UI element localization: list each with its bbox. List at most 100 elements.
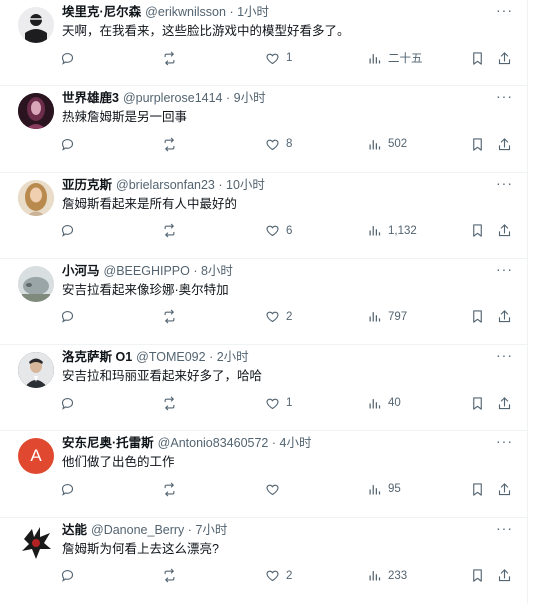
views-button[interactable]: 502 bbox=[367, 134, 407, 154]
heart-icon bbox=[266, 311, 279, 323]
display-name[interactable]: 安东尼奥·托雷斯 bbox=[62, 436, 154, 450]
reply-button[interactable] bbox=[60, 48, 81, 68]
tweet-time[interactable]: 7小时 bbox=[195, 523, 227, 537]
reply-button[interactable] bbox=[60, 566, 81, 586]
more-options-icon[interactable]: ··· bbox=[496, 432, 513, 450]
tweet-time[interactable]: 10小时 bbox=[226, 178, 265, 192]
like-button[interactable]: 2 bbox=[265, 566, 292, 586]
tweet-time[interactable]: 8小时 bbox=[201, 264, 233, 278]
views-chart-icon bbox=[369, 312, 381, 322]
tweet[interactable]: A 安东尼奥·托雷斯 @Antonio83460572 · 4小时 ··· 他们做… bbox=[0, 431, 527, 518]
display-name[interactable]: 世界雄鹿3 bbox=[62, 91, 119, 105]
bookmark-button[interactable] bbox=[470, 566, 485, 586]
views-button[interactable]: 40 bbox=[367, 393, 401, 413]
avatar[interactable] bbox=[18, 352, 54, 389]
tweet[interactable]: 洛克萨斯 O1 @TOME092 · 2小时 ··· 安吉拉和玛丽亚看起来好多了，… bbox=[0, 345, 527, 432]
tweet[interactable]: 达能 @Danone_Berry · 7小时 ··· 詹姆斯为何看上去这么漂亮? … bbox=[0, 518, 527, 604]
views-button[interactable]: 797 bbox=[367, 307, 407, 327]
retweet-button[interactable] bbox=[162, 221, 183, 241]
share-button[interactable] bbox=[497, 479, 512, 499]
user-handle[interactable]: @purplerose1414 bbox=[123, 91, 223, 105]
views-chart-icon bbox=[369, 398, 381, 409]
views-button[interactable]: 1,132 bbox=[367, 221, 417, 241]
avatar[interactable] bbox=[18, 265, 54, 302]
bookmark-button[interactable] bbox=[470, 134, 485, 154]
user-handle[interactable]: @TOME092 bbox=[136, 350, 205, 364]
reply-button[interactable] bbox=[60, 393, 81, 413]
reply-button[interactable] bbox=[60, 221, 81, 241]
display-name[interactable]: 埃里克·尼尔森 bbox=[62, 5, 141, 19]
avatar[interactable] bbox=[18, 7, 54, 43]
like-button[interactable]: 2 bbox=[265, 307, 292, 327]
user-handle[interactable]: @brielarsonfan23 bbox=[116, 178, 215, 192]
like-button[interactable]: 8 bbox=[265, 134, 292, 154]
tweet-text: 詹姆斯看起来是所有人中最好的 bbox=[62, 196, 238, 211]
like-button[interactable]: 6 bbox=[265, 221, 292, 241]
retweet-button[interactable] bbox=[162, 393, 183, 413]
views-button[interactable]: 95 bbox=[367, 479, 401, 499]
heart-icon bbox=[266, 53, 279, 64]
retweet-button[interactable] bbox=[162, 48, 183, 68]
view-count: 1,132 bbox=[388, 224, 417, 237]
avatar[interactable] bbox=[18, 524, 54, 561]
views-button[interactable]: 233 bbox=[367, 566, 407, 586]
heart-icon bbox=[266, 484, 279, 496]
bookmark-button[interactable] bbox=[470, 48, 485, 68]
bookmark-button[interactable] bbox=[470, 221, 485, 241]
avatar[interactable]: A bbox=[18, 438, 54, 475]
tweet[interactable]: 埃里克·尼尔森 @erikwnilsson · 1小时 ··· 天啊，在我看来，这… bbox=[0, 0, 527, 87]
like-button[interactable] bbox=[265, 479, 286, 499]
tweet-time[interactable]: 2小时 bbox=[217, 350, 249, 364]
view-count: 二十五 bbox=[388, 53, 423, 65]
views-button[interactable]: 二十五 bbox=[367, 48, 423, 68]
more-options-icon[interactable]: ··· bbox=[496, 346, 513, 364]
share-button[interactable] bbox=[497, 393, 512, 413]
retweet-button[interactable] bbox=[162, 479, 183, 499]
tweet-header: 世界雄鹿3 @purplerose1414 · 9小时 bbox=[62, 89, 487, 107]
user-handle[interactable]: @Antonio83460572 bbox=[158, 436, 269, 450]
share-button[interactable] bbox=[497, 566, 512, 586]
reply-button[interactable] bbox=[60, 134, 81, 154]
like-button[interactable]: 1 bbox=[265, 48, 292, 68]
avatar[interactable] bbox=[18, 93, 54, 130]
more-options-icon[interactable]: ··· bbox=[496, 519, 513, 537]
like-button[interactable]: 1 bbox=[265, 393, 292, 413]
share-button[interactable] bbox=[497, 221, 512, 241]
heart-icon bbox=[266, 398, 279, 409]
bookmark-button[interactable] bbox=[470, 393, 485, 413]
tweet[interactable]: 世界雄鹿3 @purplerose1414 · 9小时 ··· 热辣詹姆斯是另一回… bbox=[0, 86, 527, 173]
user-handle[interactable]: @erikwnilsson bbox=[145, 5, 226, 19]
reply-button[interactable] bbox=[60, 307, 81, 327]
bookmark-button[interactable] bbox=[470, 479, 485, 499]
share-button[interactable] bbox=[497, 48, 512, 68]
display-name[interactable]: 亚历克斯 bbox=[62, 178, 112, 192]
view-count: 233 bbox=[388, 569, 408, 582]
tweet[interactable]: 小河马 @BEEGHIPPO · 8小时 ··· 安吉拉看起来像珍娜·奥尔特加 2… bbox=[0, 259, 527, 346]
more-options-icon[interactable]: ··· bbox=[496, 174, 513, 192]
bookmark-button[interactable] bbox=[470, 307, 485, 327]
retweet-button[interactable] bbox=[162, 566, 183, 586]
user-handle[interactable]: @BEEGHIPPO bbox=[104, 264, 190, 278]
display-name[interactable]: 小河马 bbox=[62, 264, 100, 278]
share-button[interactable] bbox=[497, 307, 512, 327]
tweet-time[interactable]: 4小时 bbox=[280, 436, 312, 450]
bookmark-icon bbox=[473, 483, 482, 496]
bookmark-icon bbox=[473, 397, 482, 410]
display-name[interactable]: 洛克萨斯 O1 bbox=[62, 350, 132, 364]
share-button[interactable] bbox=[497, 134, 512, 154]
reply-button[interactable] bbox=[60, 479, 81, 499]
reply-icon bbox=[61, 311, 74, 324]
user-handle[interactable]: @Danone_Berry bbox=[91, 523, 184, 537]
tweet-time[interactable]: 1小时 bbox=[237, 5, 269, 19]
retweet-button[interactable] bbox=[162, 134, 183, 154]
display-name[interactable]: 达能 bbox=[62, 523, 87, 537]
retweet-button[interactable] bbox=[162, 307, 183, 327]
avatar[interactable] bbox=[18, 179, 54, 216]
tweet[interactable]: 亚历克斯 @brielarsonfan23 · 10小时 ··· 詹姆斯看起来是所… bbox=[0, 173, 527, 259]
tweet-time[interactable]: 9小时 bbox=[234, 91, 266, 105]
more-options-icon[interactable]: ··· bbox=[496, 87, 513, 105]
view-count: 40 bbox=[388, 397, 401, 410]
tweet-header: 安东尼奥·托雷斯 @Antonio83460572 · 4小时 bbox=[62, 434, 487, 452]
more-options-icon[interactable]: ··· bbox=[496, 260, 513, 278]
more-options-icon[interactable]: ··· bbox=[496, 1, 513, 19]
